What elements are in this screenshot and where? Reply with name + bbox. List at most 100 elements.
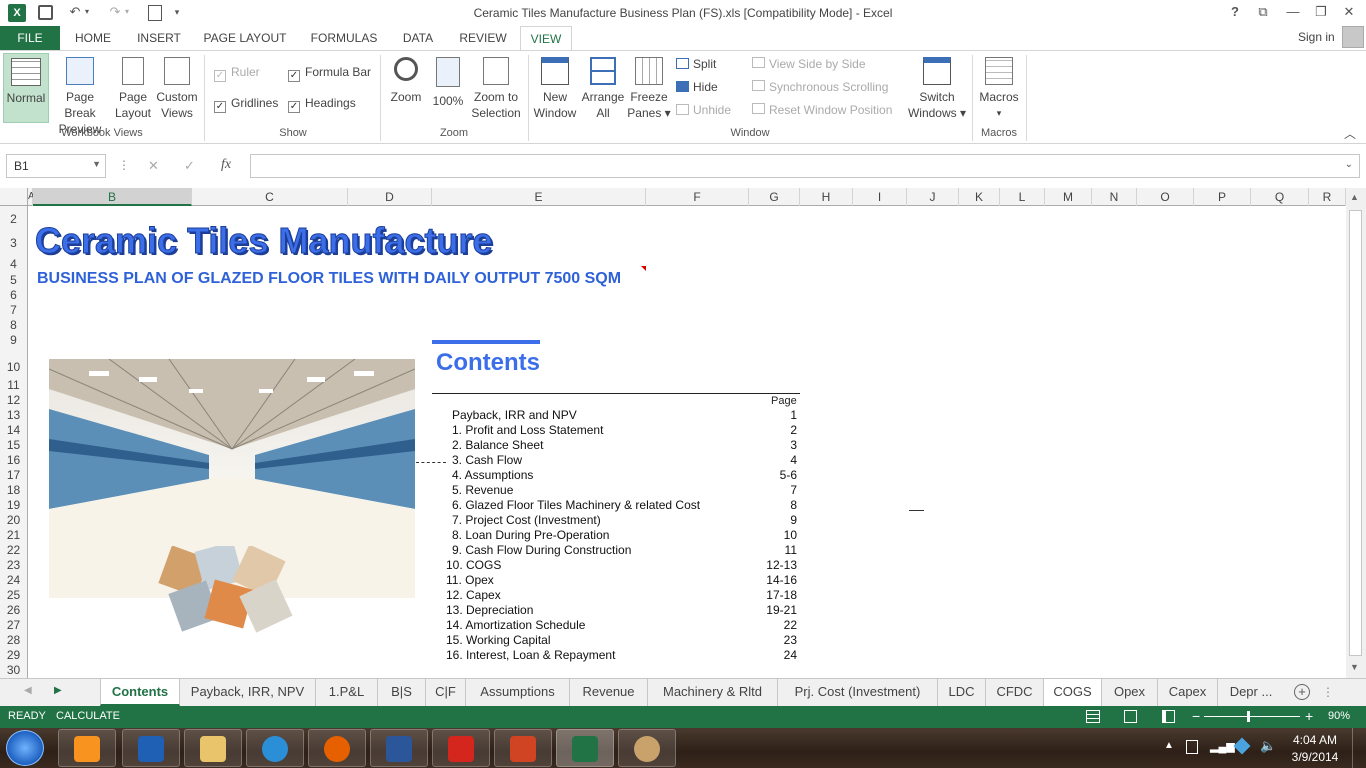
zoom-slider-thumb[interactable] — [1247, 711, 1250, 722]
toc-item[interactable]: 9. Cash Flow During Construction — [452, 543, 631, 557]
column-header[interactable]: R — [1309, 188, 1346, 206]
status-calculate[interactable]: CALCULATE — [56, 710, 120, 722]
taskbar-excel[interactable] — [556, 729, 614, 767]
row-header[interactable]: 10 — [0, 360, 27, 374]
taskbar-explorer[interactable] — [184, 729, 242, 767]
formula-input[interactable]: ⌄ — [250, 154, 1360, 178]
sheet-tab[interactable]: Depr ... — [1218, 679, 1284, 706]
row-header[interactable]: 15 — [0, 438, 27, 452]
column-header[interactable]: E — [432, 188, 646, 206]
toc-item[interactable]: 14. Amortization Schedule — [446, 618, 585, 632]
zoom-slider[interactable] — [1204, 716, 1300, 717]
normal-view-status-icon[interactable] — [1086, 710, 1100, 723]
tray-dropbox-icon[interactable] — [1233, 737, 1251, 755]
sheet-tab[interactable]: Payback, IRR, NPV — [180, 679, 316, 706]
scroll-up-arrow[interactable]: ▲ — [1350, 192, 1359, 202]
sheet-tab[interactable]: CFDC — [986, 679, 1044, 706]
ruler-checkbox[interactable]: ✓ Ruler — [214, 65, 260, 82]
tab-home[interactable]: HOME — [64, 26, 122, 50]
toc-item[interactable]: 3. Cash Flow — [452, 453, 522, 467]
column-header[interactable]: D — [348, 188, 432, 206]
sheet-tab[interactable]: COGS — [1044, 679, 1102, 706]
row-header[interactable]: 4 — [0, 257, 27, 271]
freeze-panes-button[interactable]: Freeze Panes ▾ — [626, 57, 672, 121]
scroll-tabs-right-icon[interactable]: ▶ — [54, 685, 62, 696]
tab-insert[interactable]: INSERT — [128, 26, 190, 50]
row-header[interactable]: 14 — [0, 423, 27, 437]
sheet-tab[interactable]: Opex — [1102, 679, 1158, 706]
unhide-button[interactable]: Unhide — [676, 103, 731, 117]
toc-item[interactable]: 7. Project Cost (Investment) — [452, 513, 601, 527]
tray-show-hidden-icon[interactable]: ▲ — [1164, 740, 1174, 751]
collapse-ribbon-icon[interactable]: ︿ — [1344, 125, 1356, 142]
taskbar-ie[interactable] — [246, 729, 304, 767]
toc-item[interactable]: 2. Balance Sheet — [452, 438, 543, 452]
row-header[interactable]: 23 — [0, 558, 27, 572]
tiles-image[interactable] — [154, 541, 296, 636]
enter-entry-icon[interactable]: ✓ — [184, 158, 195, 174]
toc-item[interactable]: 12. Capex — [446, 588, 501, 602]
show-desktop-button[interactable] — [1352, 728, 1366, 768]
page-layout-view-button[interactable]: Page Layout — [112, 57, 154, 121]
row-header[interactable]: 13 — [0, 408, 27, 422]
toc-item[interactable]: 6. Glazed Floor Tiles Machinery & relate… — [452, 498, 700, 512]
tab-view[interactable]: VIEW — [520, 26, 572, 51]
start-button[interactable] — [6, 730, 44, 766]
row-header[interactable]: 22 — [0, 543, 27, 557]
vertical-scrollbar[interactable]: ▲ ▼ — [1346, 188, 1366, 678]
sheet-tab[interactable]: B|S — [378, 679, 426, 706]
column-header[interactable]: C — [192, 188, 348, 206]
reset-window-position-button[interactable]: Reset Window Position — [752, 103, 892, 117]
restore-button[interactable]: ❐ — [1310, 2, 1332, 22]
column-header[interactable]: J — [907, 188, 959, 206]
row-header[interactable]: 5 — [0, 273, 27, 287]
column-header[interactable]: P — [1194, 188, 1251, 206]
gridlines-checkbox[interactable]: ✓ Gridlines — [214, 96, 278, 113]
row-header[interactable]: 7 — [0, 303, 27, 317]
taskbar-paint[interactable] — [618, 729, 676, 767]
tray-device-icon[interactable] — [1186, 740, 1198, 754]
page-break-preview-button[interactable]: Page Break Preview — [50, 57, 110, 137]
sheet-tab[interactable]: Machinery & Rltd — [648, 679, 778, 706]
sheet-tab[interactable]: C|F — [426, 679, 466, 706]
new-window-button[interactable]: New Window — [532, 57, 578, 121]
macros-button[interactable]: Macros ▾ — [976, 57, 1022, 121]
row-header[interactable]: 27 — [0, 618, 27, 632]
select-all-corner[interactable] — [0, 188, 28, 206]
row-header[interactable]: 2 — [0, 212, 27, 226]
synchronous-scrolling-button[interactable]: Synchronous Scrolling — [752, 80, 888, 94]
zoom-to-selection-button[interactable]: Zoom to Selection — [468, 57, 524, 121]
row-header[interactable]: 3 — [0, 236, 27, 250]
tab-review[interactable]: REVIEW — [452, 26, 514, 50]
zoom-100-button[interactable]: 100% — [428, 57, 468, 109]
tab-formulas[interactable]: FORMULAS — [304, 26, 384, 50]
add-sheet-icon[interactable]: + — [1294, 684, 1310, 700]
help-button[interactable]: ? — [1224, 2, 1246, 22]
sheet-tab-contents[interactable]: Contents — [100, 679, 180, 706]
formula-bar-checkbox[interactable]: ✓ Formula Bar — [288, 65, 371, 82]
column-header[interactable]: M — [1045, 188, 1092, 206]
toc-item[interactable]: 16. Interest, Loan & Repayment — [446, 648, 615, 662]
column-header[interactable]: N — [1092, 188, 1137, 206]
row-header[interactable]: 26 — [0, 603, 27, 617]
taskbar-outlook[interactable] — [122, 729, 180, 767]
split-button[interactable]: Split — [676, 57, 716, 71]
custom-views-button[interactable]: Custom Views — [154, 57, 200, 121]
row-header[interactable]: 25 — [0, 588, 27, 602]
clock-date[interactable]: 3/9/2014 — [1290, 750, 1340, 764]
row-header[interactable]: 19 — [0, 498, 27, 512]
taskbar-powerpoint[interactable] — [494, 729, 552, 767]
column-header[interactable]: G — [749, 188, 800, 206]
name-box[interactable]: B1 ▼ — [6, 154, 106, 178]
page-layout-status-icon[interactable] — [1124, 710, 1137, 723]
expand-formula-bar-icon[interactable]: ⌄ — [1345, 159, 1353, 170]
row-header[interactable]: 29 — [0, 648, 27, 662]
ribbon-display-options-icon[interactable]: ⧉ — [1252, 2, 1274, 22]
row-header[interactable]: 20 — [0, 513, 27, 527]
tray-volume-icon[interactable]: 🔈 — [1260, 738, 1276, 754]
sheet-tab[interactable]: Revenue — [570, 679, 648, 706]
zoom-out-icon[interactable]: − — [1192, 708, 1200, 724]
insert-function-icon[interactable]: fx — [221, 157, 231, 173]
sheet-tab[interactable]: 1.P&L — [316, 679, 378, 706]
minimize-button[interactable]: — — [1282, 2, 1304, 22]
